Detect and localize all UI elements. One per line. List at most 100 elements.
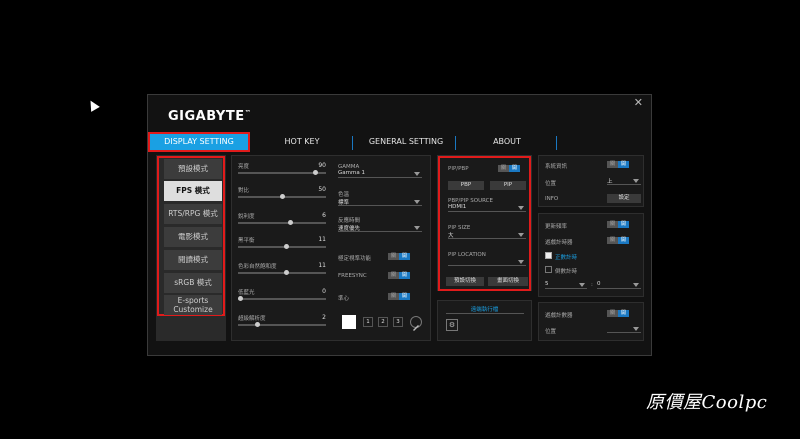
preset-movie[interactable]: 電影模式 — [164, 227, 222, 247]
slider-value: 11 — [318, 236, 326, 243]
slider-knob[interactable] — [312, 170, 318, 175]
slider-row: 黑平衡 11 — [238, 236, 326, 249]
response-time-group: 反應時間 速度優先 — [338, 216, 422, 232]
slider-track[interactable] — [238, 322, 326, 327]
pip-button[interactable]: PIP — [490, 181, 526, 190]
tab-hot-key[interactable]: HOT KEY — [253, 134, 351, 150]
slider-knob[interactable] — [283, 270, 289, 275]
countdown-label: 倒數計時 — [555, 269, 578, 275]
freesync-toggle[interactable]: 關開 — [388, 272, 410, 279]
gamma-select[interactable]: Gamma 1 — [338, 170, 422, 178]
remote-exec-panel: 遠端執行檔 ⚙ — [437, 300, 532, 341]
slider-knob[interactable] — [254, 322, 260, 327]
refresh-rate-toggle[interactable]: 關開 — [607, 221, 629, 228]
system-info-panel: 系統資訊 關開 位置 上 INFO 設定 — [538, 155, 644, 207]
slider-track[interactable] — [238, 194, 326, 199]
crosshair-2-button[interactable]: 2 — [378, 317, 388, 327]
slider-track[interactable] — [238, 170, 326, 175]
position-label: 位置 — [545, 181, 557, 187]
source-group: PBP/PIP SOURCE HDMI1 — [448, 198, 526, 212]
preset-standard[interactable]: 預設模式 — [164, 159, 222, 179]
slider-value: 0 — [322, 288, 326, 295]
app-window: GIGABYTE™ ✕ DISPLAY SETTING HOT KEY GENE… — [147, 94, 652, 356]
freesync-label: FREESYNC — [338, 273, 367, 279]
position-select[interactable]: 上 — [607, 177, 641, 185]
crosshair-toggle[interactable]: 關開 — [388, 293, 410, 300]
counter-position-label: 位置 — [545, 329, 557, 335]
tab-about[interactable]: ABOUT — [458, 134, 556, 150]
slider-label: 對比 — [238, 188, 250, 194]
slider-label: 亮度 — [238, 164, 250, 170]
slider-label: 超級解析度 — [238, 316, 266, 322]
gamma-group: GAMMA Gamma 1 — [338, 164, 422, 178]
info-settings-button[interactable]: 設定 — [607, 194, 641, 203]
slider-label: 色彩自然飽和度 — [238, 264, 277, 270]
picture-settings-panel: 亮度 90 對比 50 銳利度 6 黑平衡 11 色彩自然飽和度 11 低藍光 0 超級解析度 2 GAM… — [231, 155, 431, 341]
slider-track[interactable] — [238, 220, 326, 225]
game-counter-panel: 遊戲計數器 關開 位置 — [538, 302, 644, 341]
pencil-icon[interactable] — [410, 316, 422, 331]
system-info-toggle[interactable]: 關開 — [607, 161, 629, 168]
slider-value: 50 — [318, 186, 326, 193]
gear-icon[interactable]: ⚙ — [446, 319, 458, 331]
pbp-button[interactable]: PBP — [448, 181, 484, 190]
pip-location-select[interactable] — [448, 258, 526, 266]
slider-knob[interactable] — [287, 220, 293, 225]
swap-switch-button[interactable]: 畫面切換 — [488, 277, 528, 286]
slider-value: 6 — [322, 212, 326, 219]
slider-knob[interactable] — [238, 296, 243, 301]
countup-radio[interactable] — [545, 252, 552, 259]
aim-stabilizer-toggle[interactable]: 關開 — [388, 253, 410, 260]
slider-row: 色彩自然飽和度 11 — [238, 262, 326, 275]
color-temp-select[interactable]: 標準 — [338, 198, 422, 206]
pip-location-group: PIP LOCATION — [448, 252, 526, 266]
preset-reader[interactable]: 閱讀模式 — [164, 250, 222, 270]
slider-row: 低藍光 0 — [238, 288, 326, 301]
slider-knob[interactable] — [279, 194, 285, 199]
slider-label: 低藍光 — [238, 290, 255, 296]
preset-fps[interactable]: FPS 模式 — [164, 181, 222, 201]
preset-rts-rpg[interactable]: RTS/RPG 模式 — [164, 204, 222, 224]
minutes-select[interactable]: 5 — [545, 281, 587, 289]
crosshair-preview[interactable] — [342, 315, 356, 329]
tab-general-setting[interactable]: GENERAL SETTING — [356, 134, 456, 150]
tab-bar: DISPLAY SETTING HOT KEY GENERAL SETTING … — [148, 132, 653, 152]
info-label: INFO — [545, 196, 559, 202]
crosshair-1-button[interactable]: 1 — [363, 317, 373, 327]
slider-knob[interactable] — [283, 244, 289, 249]
tab-display-setting[interactable]: DISPLAY SETTING — [148, 132, 250, 152]
slider-track[interactable] — [238, 270, 326, 275]
remote-exec-title: 遠端執行檔 — [470, 307, 499, 313]
counter-position-select[interactable] — [607, 325, 641, 333]
preset-srgb[interactable]: sRGB 模式 — [164, 273, 222, 293]
pip-size-select[interactable]: 大 — [448, 231, 526, 239]
refresh-rate-label: 更新頻率 — [545, 224, 568, 230]
countup-label: 正數計時 — [555, 255, 578, 261]
slider-row: 超級解析度 2 — [238, 314, 326, 327]
preset-highlight: 預設模式 FPS 模式 RTS/RPG 模式 電影模式 閱讀模式 sRGB 模式… — [157, 156, 225, 316]
game-counter-toggle[interactable]: 關開 — [607, 310, 629, 317]
pip-pbp-toggle[interactable]: 關開 — [498, 165, 520, 172]
source-select[interactable]: HDMI1 — [448, 204, 526, 212]
pip-pbp-highlight: PIP/PBP 關開 PBP PIP PBP/PIP SOURCE HDMI1 … — [438, 156, 531, 291]
slider-track[interactable] — [238, 296, 326, 301]
preset-esports[interactable]: E-sports Customize — [164, 295, 222, 315]
reset-switch-button[interactable]: 預設切換 — [446, 277, 484, 286]
slider-value: 11 — [318, 262, 326, 269]
pip-size-group: PIP SIZE 大 — [448, 225, 526, 239]
pip-pbp-title: PIP/PBP — [448, 166, 469, 172]
slider-track[interactable] — [238, 244, 326, 249]
game-timer-toggle[interactable]: 關開 — [607, 237, 629, 244]
game-timer-label: 遊戲計時器 — [545, 240, 573, 246]
countdown-radio[interactable] — [545, 266, 552, 273]
mouse-cursor — [86, 98, 100, 112]
close-icon[interactable]: ✕ — [634, 96, 643, 109]
response-time-select[interactable]: 速度優先 — [338, 224, 422, 232]
slider-label: 銳利度 — [238, 214, 255, 220]
game-counter-label: 遊戲計數器 — [545, 313, 573, 319]
coolpc-watermark: 原價屋Coolpc — [646, 392, 768, 413]
crosshair-3-button[interactable]: 3 — [393, 317, 403, 327]
seconds-select[interactable]: 0 — [597, 281, 641, 289]
color-temp-group: 色溫 標準 — [338, 190, 422, 206]
time-colon: : — [591, 282, 593, 288]
